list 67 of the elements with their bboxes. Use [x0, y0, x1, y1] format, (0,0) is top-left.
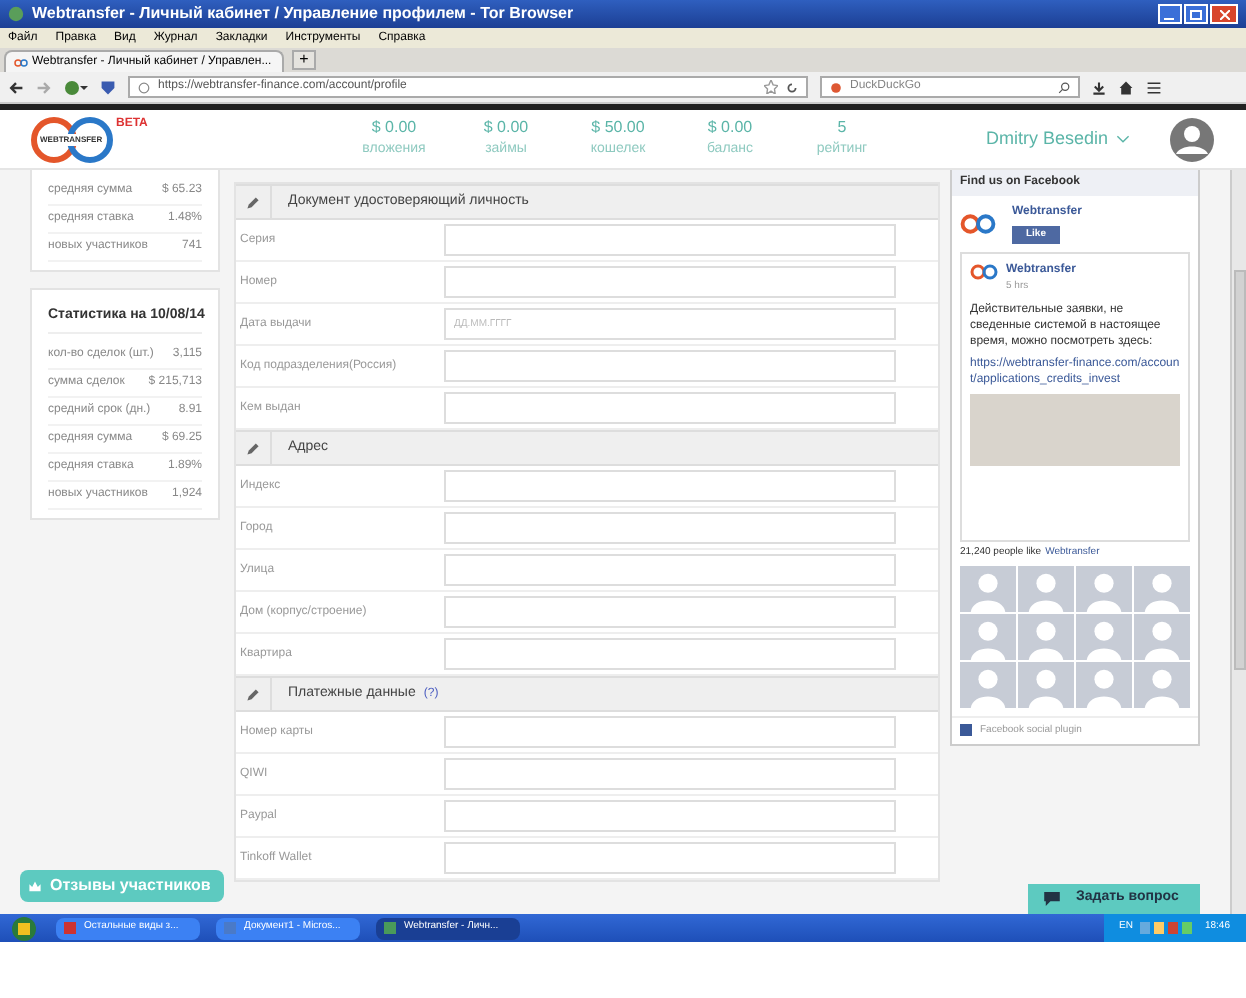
- pencil-icon: [246, 687, 260, 701]
- avatar-icon[interactable]: [1170, 117, 1214, 161]
- start-icon[interactable]: [8, 915, 40, 941]
- input-field[interactable]: [444, 758, 896, 790]
- crown-icon: [28, 879, 42, 893]
- fan-avatar-icon[interactable]: [1018, 565, 1074, 611]
- stat-value: $ 0.00: [371, 116, 417, 141]
- fan-avatar-icon[interactable]: [1134, 613, 1190, 659]
- pencil-icon: [246, 441, 260, 455]
- fan-avatar-icon[interactable]: [1076, 565, 1132, 611]
- menu-icon[interactable]: [1146, 79, 1162, 95]
- fan-avatar-icon[interactable]: [1076, 613, 1132, 659]
- logo-icon: [14, 57, 28, 67]
- maximize-icon: [1190, 9, 1202, 19]
- chevron-down-icon: [1116, 134, 1130, 144]
- search-engine-icon: [830, 81, 842, 93]
- fan-avatar-icon[interactable]: [1076, 661, 1132, 707]
- input-field[interactable]: [444, 596, 896, 628]
- close-button[interactable]: [1210, 4, 1238, 24]
- reload-icon[interactable]: [786, 81, 798, 93]
- input-field[interactable]: [444, 512, 896, 544]
- app-icon: [224, 922, 236, 934]
- fan-avatar-icon[interactable]: [960, 613, 1016, 659]
- chat-bubble-icon: [1044, 892, 1060, 906]
- stat-value: $ 50.00: [591, 116, 645, 141]
- minimize-button[interactable]: [1158, 4, 1182, 24]
- forward-arrow-icon[interactable]: [36, 79, 52, 95]
- logo-icon: [960, 212, 996, 236]
- logo-icon: [970, 262, 998, 282]
- search-icon[interactable]: [1058, 81, 1070, 93]
- back-arrow-icon[interactable]: [8, 79, 24, 95]
- stat-value: $ 0.00: [707, 116, 753, 141]
- globe-icon: [138, 81, 150, 93]
- stat-value: $ 0.00: [483, 116, 529, 141]
- pencil-icon: [246, 195, 260, 209]
- fan-avatar-icon[interactable]: [1134, 661, 1190, 707]
- shield-icon[interactable]: [100, 79, 116, 95]
- input-field[interactable]: [444, 224, 896, 256]
- fan-avatar-icon[interactable]: [1018, 613, 1074, 659]
- input-field[interactable]: [444, 470, 896, 502]
- fan-avatar-icon[interactable]: [1134, 565, 1190, 611]
- input-field[interactable]: [444, 392, 896, 424]
- stat-value: 5: [837, 116, 847, 141]
- download-icon[interactable]: [1092, 79, 1106, 95]
- input-field[interactable]: [444, 800, 896, 832]
- fan-avatar-icon[interactable]: [1018, 661, 1074, 707]
- input-field[interactable]: [444, 554, 896, 586]
- input-field[interactable]: [444, 716, 896, 748]
- rings-icon: [28, 115, 116, 163]
- input-field[interactable]: [444, 350, 896, 382]
- tray-icons: [1140, 922, 1197, 934]
- window-title: Webtransfer - Личный кабинет / Управление профилем - Tor Browser: [32, 2, 574, 26]
- fan-avatar-icon[interactable]: [960, 661, 1016, 707]
- home-icon[interactable]: [1118, 79, 1134, 95]
- globe-icon: [8, 6, 24, 22]
- app-icon: [384, 922, 396, 934]
- facebook-icon: [960, 724, 972, 737]
- app-icon: [64, 922, 76, 934]
- scroll-thumb[interactable]: [1234, 270, 1246, 670]
- input-field[interactable]: [444, 842, 896, 874]
- maximize-button[interactable]: [1184, 4, 1208, 24]
- close-icon: [1219, 9, 1229, 19]
- fan-avatar-icon[interactable]: [960, 565, 1016, 611]
- new-tab-button[interactable]: +: [292, 50, 316, 70]
- input-field[interactable]: [444, 266, 896, 298]
- input-field[interactable]: [444, 638, 896, 670]
- star-icon[interactable]: [764, 80, 778, 94]
